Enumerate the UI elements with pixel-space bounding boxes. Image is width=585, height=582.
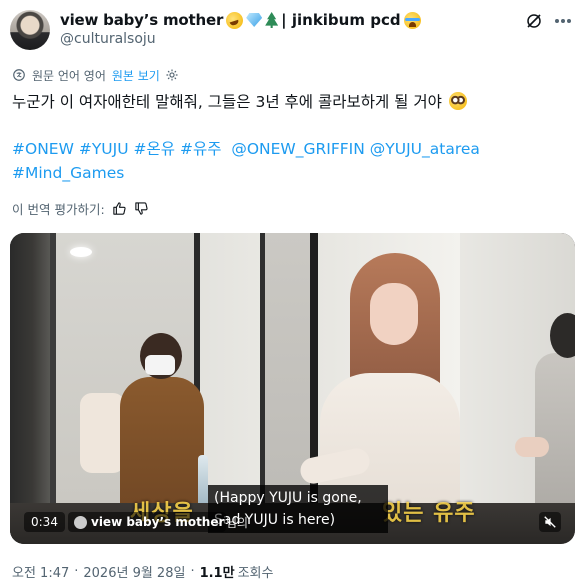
video-bottle — [198, 455, 208, 507]
tags-line-2: #Mind_Games — [12, 161, 572, 185]
hashtag-link[interactable]: #ONEW — [12, 140, 74, 158]
post-time[interactable]: 오전 1:47 — [12, 562, 69, 581]
tree-emoji-icon — [265, 12, 279, 28]
mention-link[interactable]: @YUJU_atarea — [370, 140, 480, 158]
author-handle[interactable]: @culturalsoju — [60, 31, 156, 47]
translation-bar: 원문 언어 영어 원본 보기 — [12, 66, 179, 84]
mute-button[interactable] — [539, 512, 561, 532]
pleading-face-emoji-icon — [448, 92, 467, 110]
mention-link[interactable]: @ONEW_GRIFFIN — [231, 140, 365, 158]
display-name[interactable]: view baby’s mother — [60, 11, 223, 29]
gear-icon[interactable] — [165, 68, 179, 82]
hashtag-link[interactable]: #Mind_Games — [12, 164, 124, 182]
video-source-name[interactable]: view baby’s mother ... — [91, 512, 226, 532]
rofl-emoji-icon — [226, 11, 244, 29]
crying-emoji-icon — [403, 11, 421, 29]
thumbs-up-icon[interactable] — [112, 201, 127, 216]
gem-emoji-icon — [246, 13, 263, 27]
more-options-icon[interactable] — [553, 12, 573, 30]
tags-line-1: #ONEW #YUJU #온유 #유주 @ONEW_GRIFFIN @YUJU_… — [12, 137, 572, 161]
rate-translation-row: 이 번역 평가하기: — [12, 198, 149, 218]
video-light — [70, 247, 92, 257]
muted-speaker-icon — [544, 516, 556, 528]
rate-translation-label: 이 번역 평가하기: — [12, 201, 105, 217]
source-avatar — [74, 515, 87, 529]
hashtag-link[interactable]: #온유 — [134, 140, 176, 158]
separator-dot: · — [74, 563, 79, 579]
hashtag-link[interactable]: #유주 — [180, 140, 222, 158]
author-name-line[interactable]: view baby’s mother | jinkibum pcd — [60, 10, 421, 30]
video-source-suffix: 님의 — [226, 516, 249, 530]
display-name-suffix[interactable]: | jinkibum pcd — [281, 11, 400, 29]
avatar[interactable] — [10, 10, 50, 50]
thumbs-down-icon[interactable] — [134, 201, 149, 216]
translate-icon — [13, 69, 25, 81]
tweet-header: view baby’s mother | jinkibum pcd @cultu… — [10, 8, 575, 52]
grok-icon[interactable] — [525, 12, 543, 30]
tweet-tags: #ONEW #YUJU #온유 #유주 @ONEW_GRIFFIN @YUJU_… — [12, 137, 572, 185]
video-source-badge[interactable]: view baby’s mother ... — [68, 512, 226, 532]
show-original-link[interactable]: 원본 보기 — [112, 67, 160, 84]
hashtag-link[interactable]: #YUJU — [79, 140, 129, 158]
tweet-footer: 오전 1:47 · 2026년 9월 28일 · 1.1만 조회수 — [12, 561, 273, 581]
video-timestamp: 0:34 — [24, 512, 65, 532]
tweet-body: 누군가 이 여자애한테 말해줘, 그들은 3년 후에 콜라보하게 될 거야 — [12, 93, 442, 111]
views-label: 조회수 — [237, 565, 274, 581]
video-controls: 0:34 view baby’s mother ... 님의 — [10, 509, 575, 535]
views-count: 1.1만 — [199, 565, 235, 581]
video-player[interactable]: 세상을 있는 유주 (Happy YUJU is gone, Sad YUJU … — [10, 233, 575, 544]
tweet-text: 누군가 이 여자애한테 말해줘, 그들은 3년 후에 콜라보하게 될 거야 — [12, 90, 572, 114]
translated-from-label: 원문 언어 영어 — [32, 68, 106, 83]
post-date[interactable]: 2026년 9월 28일 — [83, 562, 185, 581]
separator-dot: · — [190, 563, 195, 579]
